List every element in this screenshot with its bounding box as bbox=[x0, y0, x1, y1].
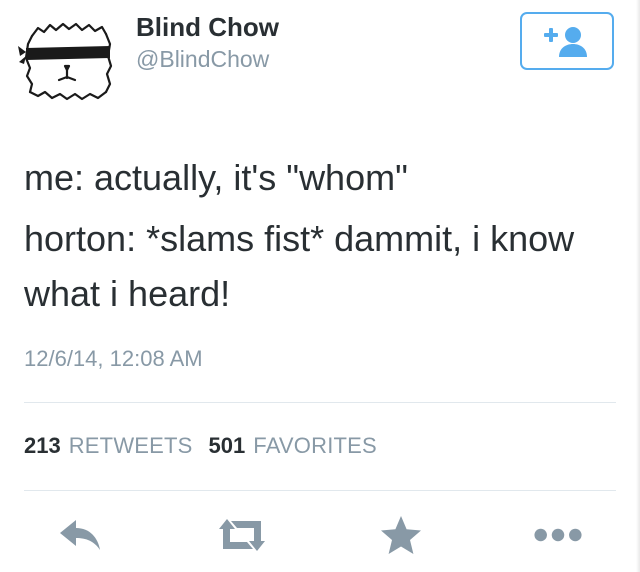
avatar[interactable] bbox=[18, 14, 114, 106]
retweets-count[interactable]: 213 bbox=[24, 433, 61, 459]
divider bbox=[24, 402, 616, 403]
tweet-stats: 213 RETWEETS 501 FAVORITES bbox=[24, 433, 393, 459]
star-icon bbox=[381, 516, 421, 554]
tweet-text: me: actually, it's "whom" horton: *slams… bbox=[24, 150, 614, 321]
blindfolded-face-avatar-icon bbox=[18, 22, 113, 101]
edge-shadow bbox=[636, 0, 640, 572]
user-handle[interactable]: @BlindChow bbox=[136, 46, 269, 73]
display-name[interactable]: Blind Chow bbox=[136, 12, 279, 43]
favorites-label[interactable]: FAVORITES bbox=[253, 433, 377, 459]
divider bbox=[24, 490, 616, 491]
retweet-icon bbox=[219, 519, 265, 551]
more-dots-icon bbox=[534, 528, 582, 542]
reply-button[interactable] bbox=[56, 510, 106, 560]
more-button[interactable] bbox=[533, 510, 583, 560]
favorites-count[interactable]: 501 bbox=[209, 433, 246, 459]
tweet-line: horton: *slams fist* dammit, i know what… bbox=[24, 218, 585, 314]
tweet-timestamp: 12/6/14, 12:08 AM bbox=[24, 346, 203, 371]
reply-icon bbox=[60, 520, 100, 550]
retweet-button[interactable] bbox=[217, 510, 267, 560]
retweets-label[interactable]: RETWEETS bbox=[69, 433, 193, 459]
tweet-line: me: actually, it's "whom" bbox=[24, 157, 408, 198]
favorite-button[interactable] bbox=[376, 510, 426, 560]
follow-button[interactable] bbox=[520, 12, 614, 70]
add-user-icon bbox=[544, 27, 587, 57]
